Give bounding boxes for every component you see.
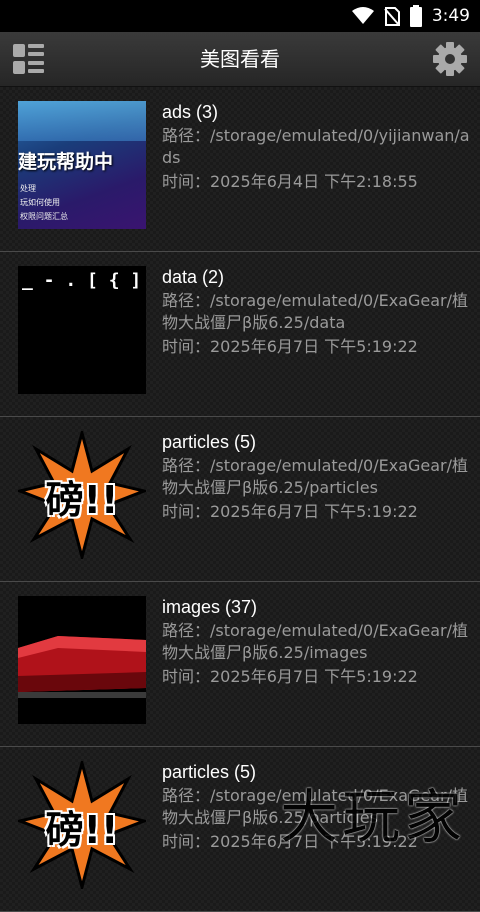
folder-row[interactable]: _ - . [ { ] ] data (2) 路径：/storage/emula… [0,252,480,417]
toolbar: 美图看看 [0,32,480,87]
folder-thumbnail: 磅!! [18,431,146,559]
folder-path: 路径：/storage/emulated/0/ExaGear/植物大战僵尸β版6… [162,621,469,662]
folder-row[interactable]: 磅!! particles (5) 路径：/storage/emulated/0… [0,747,480,912]
folder-name: particles (5) [162,432,257,452]
folder-name: images (37) [162,597,258,617]
folder-thumbnail: 磅!! [18,761,146,889]
folder-time: 时间：2025年6月7日 下午5:19:22 [162,337,418,356]
folder-name: data (2) [162,267,225,287]
thumbnail-line: 权限问题汇总 [20,212,68,221]
thumbnail-caption: 建玩帮助中 [18,151,114,173]
status-time: 3:49 [431,6,470,26]
battery-icon [409,5,422,27]
folder-path: 路径：/storage/emulated/0/yijianwan/ads [162,126,470,167]
thumbnail-caption: _ - . [ { ] ] [22,270,146,291]
folder-info: data (2) 路径：/storage/emulated/0/ExaGear/… [162,264,476,358]
folder-info: ads (3) 路径：/storage/emulated/0/yijianwan… [162,99,476,193]
folder-row[interactable]: 磅!! particles (5) 路径：/storage/emulated/0… [0,417,480,582]
folder-path: 路径：/storage/emulated/0/ExaGear/植物大战僵尸β版6… [162,291,469,332]
folder-time: 时间：2025年6月4日 下午2:18:55 [162,172,418,191]
folder-info: images (37) 路径：/storage/emulated/0/ExaGe… [162,594,476,688]
thumbnail-caption: 磅!! [45,808,119,852]
thumbnail-line: 玩如何使用 [20,198,60,207]
status-icons: 3:49 [351,0,470,32]
folder-info: particles (5) 路径：/storage/emulated/0/Exa… [162,429,476,523]
page-title: 美图看看 [200,47,280,71]
status-bar: 3:49 [0,0,480,32]
folder-thumbnail: _ - . [ { ] ] [18,266,146,394]
folder-list: 建玩帮助中 处理 玩如何使用 权限问题汇总 ads (3) 路径：/storag… [0,87,480,912]
folder-name: particles (5) [162,762,257,782]
folder-thumbnail [18,596,146,724]
gear-icon [433,42,467,76]
settings-button[interactable] [430,39,470,79]
folder-time: 时间：2025年6月7日 下午5:19:22 [162,667,418,686]
thumbnail-line: 处理 [20,184,36,193]
folder-info: particles (5) 路径：/storage/emulated/0/Exa… [162,759,476,853]
no-sim-icon [384,7,400,26]
folder-time: 时间：2025年6月7日 下午5:19:22 [162,502,418,521]
folder-row[interactable]: images (37) 路径：/storage/emulated/0/ExaGe… [0,582,480,747]
wifi-icon [351,7,374,24]
folder-path: 路径：/storage/emulated/0/ExaGear/植物大战僵尸β版6… [162,456,469,497]
folder-name: ads (3) [162,102,219,122]
folder-path: 路径：/storage/emulated/0/ExaGear/植物大战僵尸β版6… [162,786,469,827]
car-image [18,636,146,698]
thumbnail-caption: 磅!! [45,478,119,522]
folder-row[interactable]: 建玩帮助中 处理 玩如何使用 权限问题汇总 ads (3) 路径：/storag… [0,87,480,252]
folder-time: 时间：2025年6月7日 下午5:19:22 [162,832,418,851]
folder-thumbnail: 建玩帮助中 处理 玩如何使用 权限问题汇总 [18,101,146,229]
